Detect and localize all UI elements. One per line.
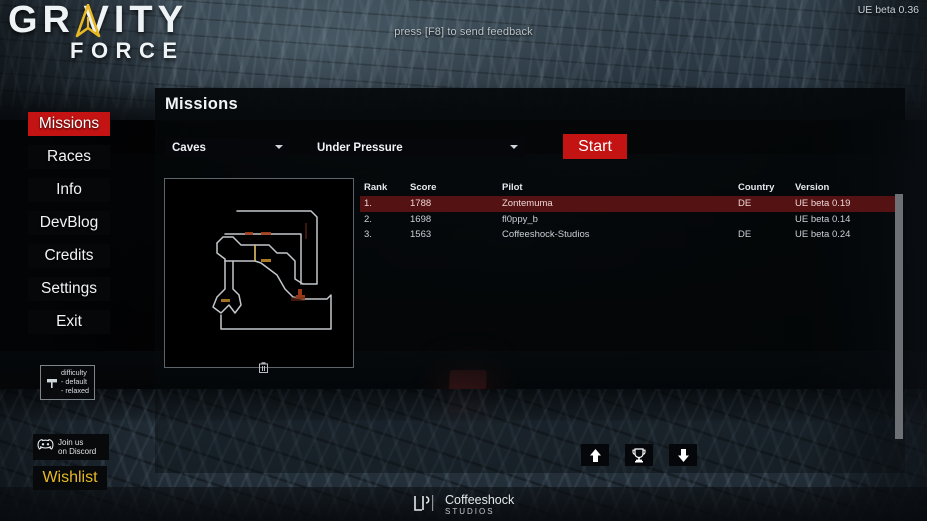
start-button[interactable]: Start: [563, 134, 627, 159]
column-header-pilot: Pilot: [502, 181, 523, 193]
page-title: Missions: [165, 95, 239, 113]
column-header-score: Score: [410, 181, 437, 193]
leaderboard-tools: [581, 444, 697, 466]
logo-gravity-prefix: GR: [8, 0, 75, 41]
sidebar-item-devblog[interactable]: DevBlog: [28, 211, 110, 235]
build-version-label: UE beta 0.36: [857, 4, 919, 16]
column-header-rank: Rank: [364, 181, 388, 193]
difficulty-option-relaxed[interactable]: - relaxed: [61, 386, 89, 395]
leaderboard-header-row: Rank Score Pilot Country Version: [360, 178, 895, 196]
cell-rank: 3.: [364, 229, 372, 241]
discord-icon: [37, 438, 54, 456]
studio-name: Coffeeshock: [445, 493, 515, 507]
main-navigation-sidebar: Missions Races Info DevBlog Credits Sett…: [28, 112, 110, 343]
panel-header: Missions: [155, 88, 905, 121]
discord-button[interactable]: Join us on Discord: [33, 434, 109, 460]
logo-rocket-a-icon: [75, 1, 101, 39]
logo-gravity-text: GR VITY: [8, 0, 188, 40]
studio-text: Coffeeshock STUDIOS: [445, 494, 514, 517]
cell-rank: 2.: [364, 213, 372, 225]
discord-line-2: on Discord: [58, 447, 97, 456]
wishlist-button[interactable]: Wishlist: [33, 466, 107, 490]
cell-version: UE beta 0.24: [795, 229, 851, 241]
table-row[interactable]: 3. 1563 Coffeeshock-Studios DE UE beta 0…: [360, 227, 895, 243]
scroll-up-button[interactable]: [581, 444, 609, 466]
sidebar-item-info[interactable]: Info: [28, 178, 110, 202]
mission-select-dropdown[interactable]: Under Pressure: [310, 138, 525, 158]
missions-panel: Missions Caves Under Pressure Start Rank…: [155, 88, 905, 473]
discord-label: Join us on Discord: [58, 438, 96, 457]
my-rank-button[interactable]: [625, 444, 653, 466]
cell-version: UE beta 0.19: [795, 198, 851, 210]
column-header-version: Version: [795, 181, 830, 193]
mission-map-preview[interactable]: [164, 178, 354, 373]
difficulty-slider-icon: [45, 375, 58, 389]
sidebar-item-races[interactable]: Races: [28, 145, 110, 169]
cell-pilot: Zontemuma: [502, 198, 553, 210]
chevron-down-icon: [510, 145, 518, 149]
logo-force-text: FORCE: [70, 38, 185, 63]
sidebar-item-settings[interactable]: Settings: [28, 277, 110, 301]
world-select-dropdown[interactable]: Caves: [165, 138, 290, 158]
leaderboard-scrollbar[interactable]: [895, 194, 903, 439]
sidebar-item-exit[interactable]: Exit: [28, 310, 110, 334]
table-row[interactable]: 1. 1788 Zontemuma DE UE beta 0.19: [360, 196, 895, 212]
mission-select-value: Under Pressure: [317, 142, 403, 154]
cell-score: 1788: [410, 198, 432, 210]
cell-rank: 1.: [364, 198, 372, 210]
trophy-icon: [632, 447, 646, 462]
difficulty-options: difficulty - default - relaxed: [61, 368, 89, 396]
map-outline-graphic: [212, 210, 332, 330]
studio-logo: Coffeeshock STUDIOS: [413, 493, 514, 518]
discord-line-1: Join us: [58, 437, 84, 447]
studio-subtitle: STUDIOS: [445, 507, 495, 516]
cell-pilot: fl0ppy_b: [502, 213, 538, 225]
scroll-down-button[interactable]: [669, 444, 697, 466]
difficulty-title: difficulty: [61, 368, 87, 377]
difficulty-selector[interactable]: difficulty - default - relaxed: [40, 365, 95, 400]
leaderboard-scrollbar-thumb[interactable]: [895, 194, 903, 439]
cell-country: DE: [738, 229, 752, 241]
arrow-up-icon: [589, 448, 601, 462]
cell-score: 1563: [410, 229, 432, 241]
cell-pilot: Coffeeshock-Studios: [502, 229, 590, 241]
table-row[interactable]: 2. 1698 fl0ppy_b UE beta 0.14: [360, 212, 895, 228]
difficulty-option-default[interactable]: - default: [61, 377, 89, 386]
coffeeshock-cup-icon: [413, 493, 439, 518]
arrow-down-icon: [677, 448, 689, 462]
cell-version: UE beta 0.14: [795, 213, 851, 225]
cell-country: DE: [738, 198, 752, 210]
chevron-down-icon: [275, 145, 283, 149]
column-header-country: Country: [738, 181, 775, 193]
sidebar-item-missions[interactable]: Missions: [28, 112, 110, 136]
mission-controls-row: Caves Under Pressure Start: [165, 134, 915, 160]
leaderboard-table: Rank Score Pilot Country Version 1. 1788…: [360, 178, 895, 243]
cell-score: 1698: [410, 213, 432, 225]
world-select-value: Caves: [172, 142, 206, 154]
game-logo: GR VITY FORCE: [8, 0, 188, 70]
sidebar-item-credits[interactable]: Credits: [28, 244, 110, 268]
